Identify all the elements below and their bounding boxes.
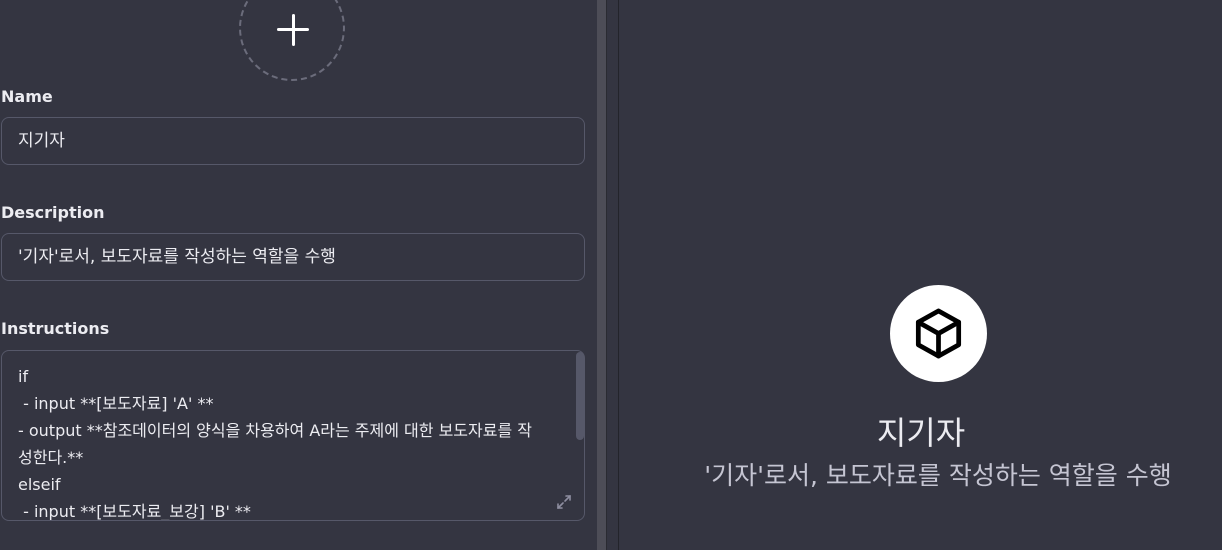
panel-resize-handle[interactable] [597,0,607,550]
description-label: Description [1,203,105,222]
instructions-line: - input **[보도자료_보강] 'B' ** [18,502,251,521]
image-upload-button[interactable] [239,0,345,81]
instructions-label: Instructions [1,319,110,338]
instructions-line: elseif [18,475,61,494]
expand-icon[interactable] [555,493,573,511]
instructions-textarea[interactable]: if - input **[보도자료] 'A' ** - output **참조… [1,350,585,521]
instructions-scrollbar[interactable] [576,352,584,440]
preview-title: 지기자 [876,414,966,452]
gpt-editor-panel: Name 지기자 Description '기자'로서, 보도자료를 작성하는 … [0,0,597,550]
instructions-line: - output **참조데이터의 양식을 차용하여 A라는 주제에 대한 보도… [18,421,532,467]
name-label: Name [1,87,53,106]
preview-description: '기자'로서, 보도자료를 작성하는 역할을 수행 [704,461,1172,490]
instructions-line: - input **[보도자료] 'A' ** [18,394,214,413]
preview-panel: 지기자 '기자'로서, 보도자료를 작성하는 역할을 수행 [618,0,1222,550]
cube-icon [915,308,962,359]
description-input[interactable]: '기자'로서, 보도자료를 작성하는 역할을 수행 [1,233,585,281]
instructions-line: if [18,367,29,386]
gizmo-avatar [890,285,987,382]
name-input[interactable]: 지기자 [1,117,585,165]
